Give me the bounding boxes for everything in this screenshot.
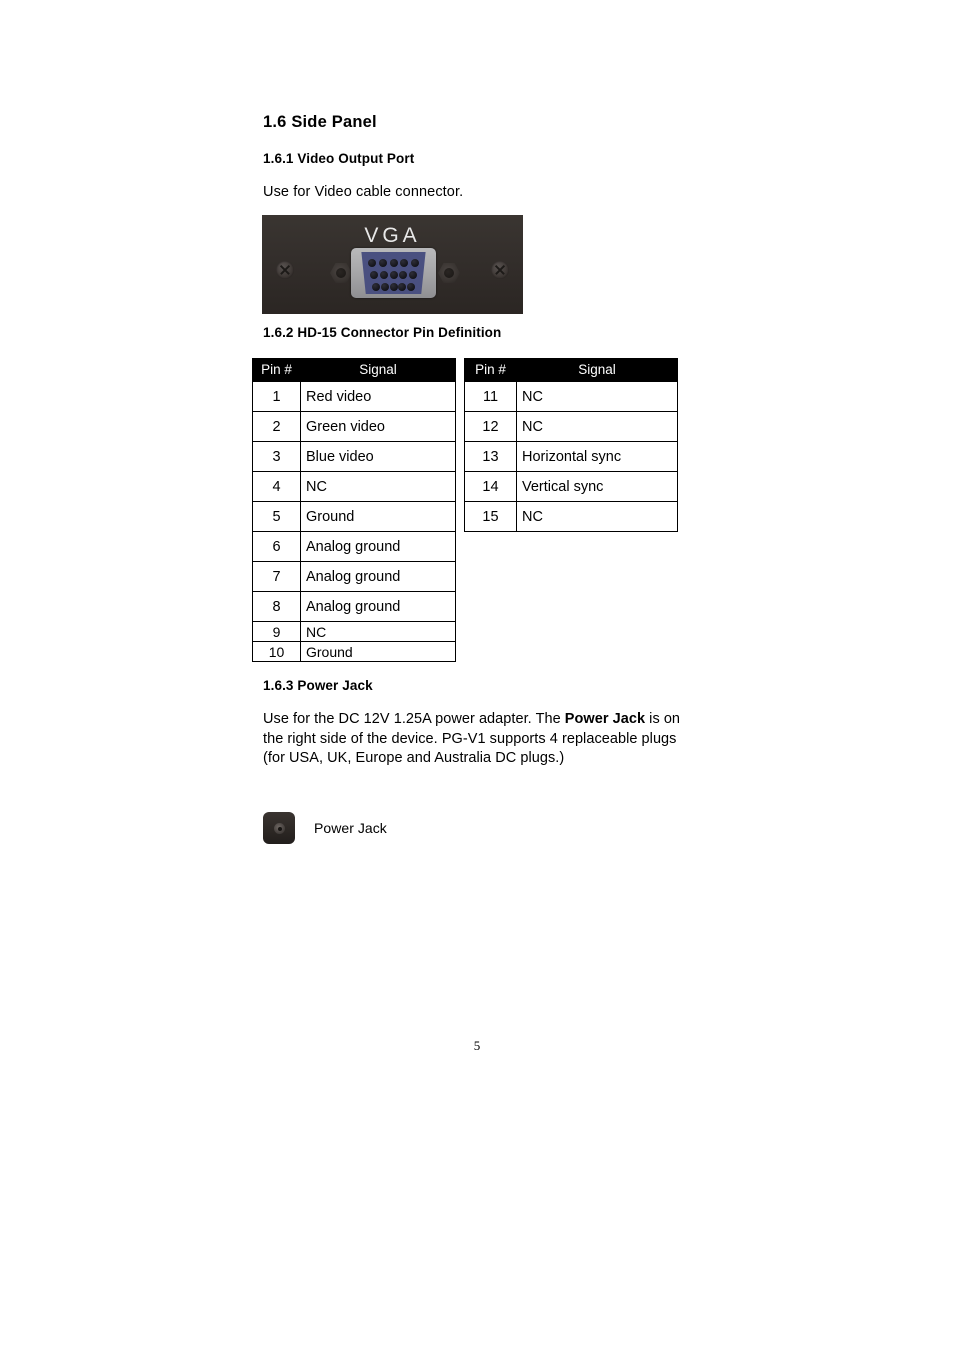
power-jack-image-label: Power Jack [314,820,387,836]
table-row: 9 NC [252,621,456,642]
table-row: 13 Horizontal sync [464,441,678,472]
power-jack-paragraph: Use for the DC 12V 1.25A power adapter. … [263,710,691,769]
hd15-pin [389,283,398,291]
column-header-pin: Pin # [464,358,517,382]
hd15-connector-icon [351,248,436,298]
table-row: 5 Ground [252,501,456,532]
hd15-pin [372,283,380,291]
table-row: 14 Vertical sync [464,471,678,502]
table-row: 2 Green video [252,411,456,442]
section-heading-video-output-port: 1.6.1 Video Output Port [263,151,415,166]
column-header-pin: Pin # [252,358,301,382]
cell-signal: NC [516,411,678,442]
pin-definition-right-body: 11 NC 12 NC 13 Horizontal sync 14 Vertic… [464,381,678,532]
hd15-pin [380,283,389,291]
cell-pin: 7 [252,561,301,592]
column-header-signal: Signal [516,358,678,382]
cell-signal: Analog ground [300,531,456,562]
hd15-pin [379,271,388,279]
table-row: 3 Blue video [252,441,456,472]
cell-pin: 14 [464,471,517,502]
hd15-pin [389,271,398,279]
cell-signal: NC [300,471,456,502]
hd15-connector-body [361,252,426,294]
hd15-pin-row-1 [368,259,419,267]
section-heading-pin-definition: 1.6.2 HD-15 Connector Pin Definition [263,325,502,340]
cell-signal: NC [300,621,456,642]
hd15-pin [407,283,415,291]
section-heading-power-jack: 1.6.3 Power Jack [263,678,373,693]
cell-pin: 8 [252,591,301,622]
power-jack-paragraph-bold: Power Jack [564,711,646,727]
power-jack-paragraph-part1: Use for the DC 12V 1.25A power adapter. … [263,711,565,727]
cell-pin: 9 [252,621,301,642]
cell-signal: Horizontal sync [516,441,678,472]
power-jack-icon [263,812,295,844]
cell-signal: Analog ground [300,561,456,592]
hd15-pin-row-3 [372,283,415,291]
vga-port-image: VGA [262,215,523,314]
table-row: 8 Analog ground [252,591,456,622]
cell-signal: Ground [300,641,456,662]
hd15-pin [399,271,408,279]
cell-signal: Ground [300,501,456,532]
cell-signal: Green video [300,411,456,442]
panel-screw-left-icon [276,261,294,279]
cell-signal: Vertical sync [516,471,678,502]
cell-signal: Blue video [300,441,456,472]
page-number: 5 [473,1038,481,1053]
cell-pin: 4 [252,471,301,502]
cell-pin: 2 [252,411,301,442]
hd15-pin [378,259,387,267]
table-header-row: Pin # Signal [252,358,456,382]
pin-definition-table-right: Pin # Signal 11 NC 12 NC 13 Horizontal s… [464,358,678,532]
cell-pin: 1 [252,381,301,412]
cell-signal: NC [516,381,678,412]
table-row: 1 Red video [252,381,456,412]
power-jack-barrel-icon [274,823,285,834]
table-row: 6 Analog ground [252,531,456,562]
table-row: 12 NC [464,411,678,442]
hex-standoff-right-dimple [444,268,454,278]
table-row: 7 Analog ground [252,561,456,592]
panel-screw-right-icon [491,261,509,279]
table-row: 11 NC [464,381,678,412]
pin-definition-table-left: Pin # Signal 1 Red video 2 Green video 3… [252,358,456,662]
hd15-pin-row-2 [370,271,417,279]
hd15-pin [389,259,398,267]
hex-standoff-right-icon [438,263,460,283]
hex-standoff-left-icon [330,263,352,283]
cell-signal: Red video [300,381,456,412]
cell-signal: Analog ground [300,591,456,622]
hex-standoff-left-dimple [336,268,346,278]
cell-pin: 5 [252,501,301,532]
section-heading-side-panel: 1.6 Side Panel [263,113,377,131]
table-row: 4 NC [252,471,456,502]
table-row: 15 NC [464,501,678,532]
pin-definition-left-body: 1 Red video 2 Green video 3 Blue video 4… [252,381,456,662]
cell-pin: 11 [464,381,517,412]
cell-pin: 3 [252,441,301,472]
vga-port-label: VGA [364,224,421,247]
cell-signal: NC [516,501,678,532]
hd15-pin [370,271,378,279]
document-page: 1.6 Side Panel 1.6.1 Video Output Port U… [0,0,954,1350]
hd15-pin [411,259,419,267]
hd15-pin [400,259,409,267]
cell-pin: 15 [464,501,517,532]
cell-pin: 10 [252,641,301,662]
cell-pin: 12 [464,411,517,442]
hd15-pin [368,259,376,267]
cell-pin: 6 [252,531,301,562]
cell-pin: 13 [464,441,517,472]
hd15-pin [398,283,407,291]
power-jack-figure: Power Jack [263,812,387,844]
table-header-row: Pin # Signal [464,358,678,382]
table-row: 10 Ground [252,641,456,662]
video-output-body-text: Use for Video cable connector. [263,184,464,200]
column-header-signal: Signal [300,358,456,382]
hd15-pin [409,271,417,279]
